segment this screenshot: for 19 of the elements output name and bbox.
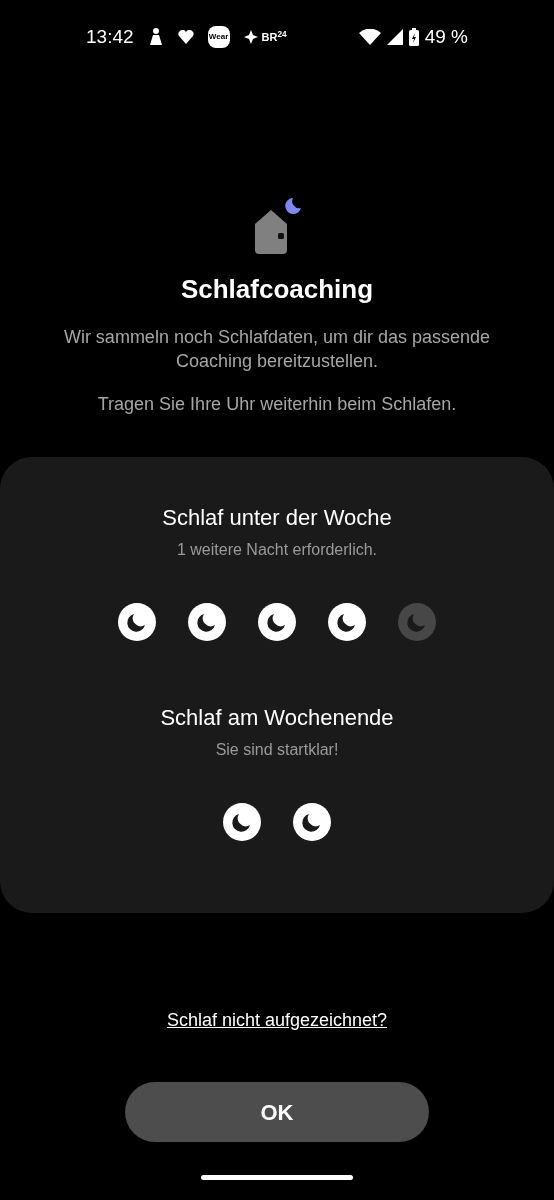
battery-percentage: 49 % <box>424 24 468 49</box>
info-text: Wir sammeln noch Schlafdaten, um dir das passende Coaching bereitzustellen. <box>62 326 492 373</box>
news-app-icon: BR$^{24}$ <box>261 28 287 46</box>
info-text: Tragen Sie Ihre Uhr weiterhin beim Schlafen. <box>97 393 457 416</box>
section-title: Schlaf unter der Woche <box>162 504 392 532</box>
wifi-icon <box>358 29 381 45</box>
section-title: Schlaf am Wochenende <box>160 704 394 732</box>
status-time: 13:42 <box>86 24 134 49</box>
signal-icon <box>386 29 403 45</box>
heart-icon <box>177 30 194 44</box>
person-icon <box>147 27 164 47</box>
battery-icon <box>408 28 419 46</box>
wear-app-icon: Wear <box>207 26 230 48</box>
ok-button[interactable]: OK <box>125 1082 429 1142</box>
page-title: Schlafcoaching <box>180 273 374 306</box>
section-subtitle: 1 weitere Nacht erforderlich. <box>176 540 378 560</box>
not-recorded-link[interactable]: Schlaf nicht aufgezeichnet? <box>166 1007 388 1034</box>
home-indicator[interactable] <box>201 1175 353 1180</box>
section-subtitle: Sie sind startklar! <box>215 740 339 760</box>
